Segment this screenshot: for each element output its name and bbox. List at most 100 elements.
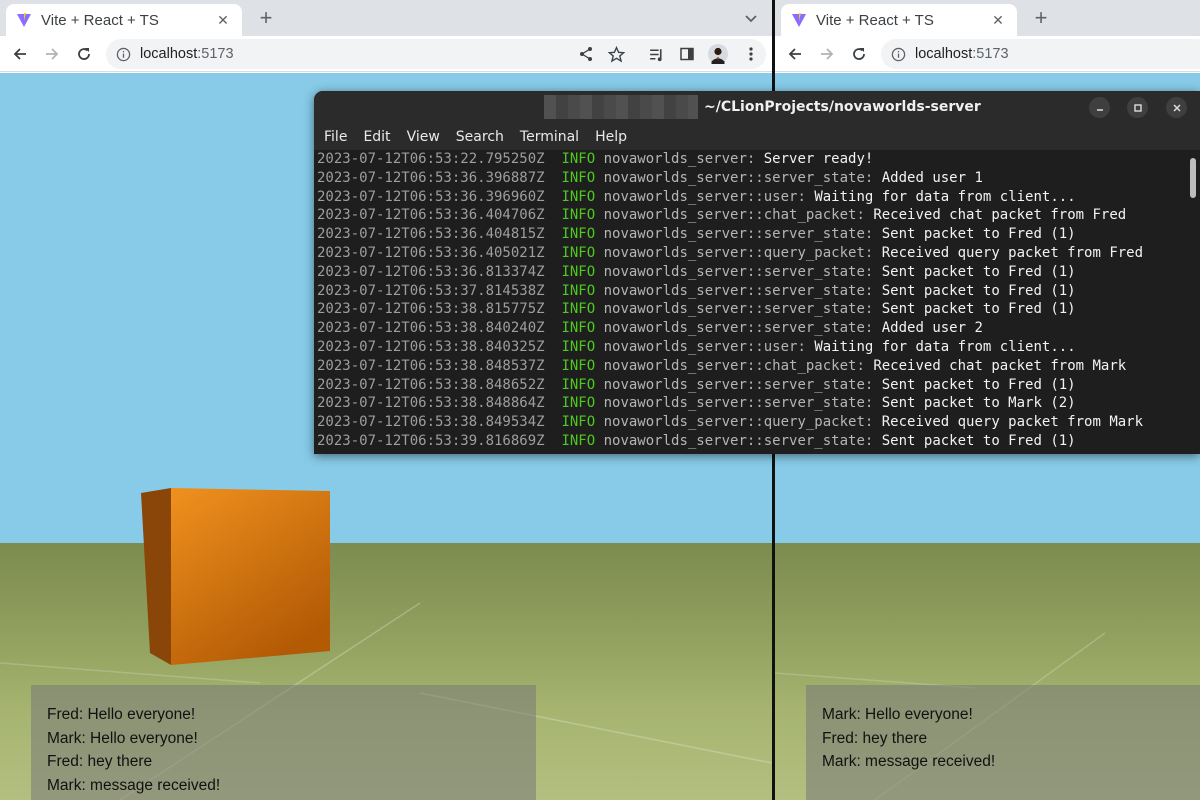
log-timestamp: 2023-07-12T06:53:36.405021Z <box>317 244 545 261</box>
reload-icon[interactable] <box>72 42 96 66</box>
log-module: novaworlds_server::server_state: <box>603 282 874 299</box>
log-line: 2023-07-12T06:53:38.840240Z INFO novawor… <box>317 319 1184 338</box>
log-message: Server ready! <box>763 151 874 167</box>
menu-edit[interactable]: Edit <box>363 129 390 145</box>
log-message: Added user 2 <box>881 320 983 337</box>
log-line: 2023-07-12T06:53:38.849534Z INFO novawor… <box>317 413 1184 432</box>
tab-strip: Vite + React + TS ✕ + <box>0 0 772 36</box>
log-module: novaworlds_server::query_packet: <box>603 244 874 261</box>
log-timestamp: 2023-07-12T06:53:38.840325Z <box>317 338 545 355</box>
log-level: INFO <box>561 301 596 318</box>
tab-strip: Vite + React + TS ✕ + <box>775 0 1200 36</box>
log-message: Waiting for data from client... <box>814 338 1076 355</box>
side-panel-icon[interactable] <box>677 44 697 64</box>
address-bar[interactable]: localhost:5173 <box>106 39 766 69</box>
address-bar[interactable]: localhost:5173 <box>881 39 1200 69</box>
log-level: INFO <box>561 414 596 431</box>
log-line: 2023-07-12T06:53:36.404815Z INFO novawor… <box>317 225 1184 244</box>
log-level: INFO <box>561 320 596 337</box>
browser-toolbar: localhost:5173 <box>0 36 772 72</box>
chat-message: Fred: Hello everyone! <box>47 706 196 723</box>
kebab-menu-icon[interactable] <box>741 44 761 64</box>
info-icon[interactable] <box>116 47 131 62</box>
profile-avatar[interactable] <box>708 44 728 64</box>
log-module: novaworlds_server::chat_packet: <box>603 207 865 224</box>
forward-arrow-icon[interactable] <box>40 42 64 66</box>
log-level: INFO <box>561 432 596 449</box>
terminal-output[interactable]: 2023-07-12T06:53:22.795250Z INFO novawor… <box>314 150 1184 454</box>
log-line: 2023-07-12T06:53:37.814538Z INFO novawor… <box>317 282 1184 301</box>
log-message: Sent packet to Mark (2) <box>881 395 1076 412</box>
log-timestamp: 2023-07-12T06:53:39.816869Z <box>317 432 545 449</box>
star-icon[interactable] <box>606 44 626 64</box>
log-line: 2023-07-12T06:53:36.405021Z INFO novawor… <box>317 244 1184 263</box>
log-line: 2023-07-12T06:53:38.848537Z INFO novawor… <box>317 357 1184 376</box>
log-module: novaworlds_server::server_state: <box>603 169 874 186</box>
tab-active[interactable]: Vite + React + TS ✕ <box>781 4 1017 36</box>
close-icon[interactable]: ✕ <box>214 12 232 29</box>
terminal-window[interactable]: ~/CLionProjects/novaworlds-server File E… <box>314 91 1200 454</box>
log-line: 2023-07-12T06:53:38.848864Z INFO novawor… <box>317 394 1184 413</box>
log-message: Waiting for data from client... <box>814 188 1076 205</box>
log-message: Received chat packet from Fred <box>873 207 1127 224</box>
terminal-titlebar[interactable]: ~/CLionProjects/novaworlds-server <box>314 91 1200 124</box>
terminal-scrollbar[interactable] <box>1184 150 1200 454</box>
menu-terminal[interactable]: Terminal <box>520 129 579 145</box>
chat-message: Mark: Hello everyone! <box>822 706 973 723</box>
back-arrow-icon[interactable] <box>783 42 807 66</box>
log-module: novaworlds_server::chat_packet: <box>603 357 865 374</box>
reload-icon[interactable] <box>847 42 871 66</box>
menu-view[interactable]: View <box>407 129 440 145</box>
plus-icon[interactable]: + <box>1027 5 1055 31</box>
log-module: novaworlds_server::server_state: <box>603 395 874 412</box>
scrollbar-thumb[interactable] <box>1190 158 1196 198</box>
log-line: 2023-07-12T06:53:38.848652Z INFO novawor… <box>317 376 1184 395</box>
chat-message: Mark: Hello everyone! <box>47 729 198 747</box>
close-icon[interactable] <box>1166 97 1187 118</box>
menu-file[interactable]: File <box>324 129 347 145</box>
menu-search[interactable]: Search <box>456 129 504 145</box>
log-level: INFO <box>561 151 596 167</box>
log-timestamp: 2023-07-12T06:53:36.813374Z <box>317 263 545 280</box>
log-level: INFO <box>561 188 596 205</box>
log-message: Received chat packet from Mark <box>873 357 1127 374</box>
log-level: INFO <box>561 263 596 280</box>
log-level: INFO <box>561 282 596 299</box>
media-icon[interactable] <box>646 44 666 64</box>
chat-message: Mark: message received! <box>822 753 996 770</box>
log-module: novaworlds_server::server_state: <box>603 432 874 449</box>
log-message: Added user 1 <box>881 169 983 186</box>
close-icon[interactable]: ✕ <box>989 12 1007 29</box>
log-line: 2023-07-12T06:53:36.404706Z INFO novawor… <box>317 206 1184 225</box>
log-line: 2023-07-12T06:53:36.396887Z INFO novawor… <box>317 169 1184 188</box>
log-line: 2023-07-12T06:53:36.396960Z INFO novawor… <box>317 188 1184 207</box>
terminal-menubar: File Edit View Search Terminal Help <box>314 124 1200 150</box>
log-line: 2023-07-12T06:53:39.816869Z INFO novawor… <box>317 432 1184 451</box>
log-message: Sent packet to Fred (1) <box>881 432 1076 449</box>
chat-panel: Fred: Hello everyone! Mark: Hello everyo… <box>31 685 536 800</box>
menu-help[interactable]: Help <box>595 129 627 145</box>
log-level: INFO <box>561 395 596 412</box>
log-timestamp: 2023-07-12T06:53:38.848652Z <box>317 376 545 393</box>
maximize-icon[interactable] <box>1127 97 1148 118</box>
minimize-icon[interactable] <box>1089 97 1110 118</box>
log-message: Sent packet to Fred (1) <box>881 301 1076 318</box>
log-timestamp: 2023-07-12T06:53:22.795250Z <box>317 151 545 167</box>
chevron-down-icon[interactable] <box>742 9 760 27</box>
log-timestamp: 2023-07-12T06:53:36.404815Z <box>317 226 545 243</box>
log-level: INFO <box>561 169 596 186</box>
info-icon[interactable] <box>891 47 906 62</box>
share-icon[interactable] <box>576 44 596 64</box>
plus-icon[interactable]: + <box>252 5 280 31</box>
log-line: 2023-07-12T06:53:38.815775Z INFO novawor… <box>317 300 1184 319</box>
browser-toolbar: localhost:5173 <box>775 36 1200 72</box>
log-module: novaworlds_server::server_state: <box>603 320 874 337</box>
redacted-block <box>544 95 698 119</box>
vite-icon <box>17 13 31 27</box>
log-timestamp: 2023-07-12T06:53:36.396887Z <box>317 169 545 186</box>
log-message: Received query packet from Mark <box>881 414 1144 431</box>
url-host: localhost <box>915 46 973 62</box>
tab-active[interactable]: Vite + React + TS ✕ <box>6 4 242 36</box>
back-arrow-icon[interactable] <box>8 42 32 66</box>
forward-arrow-icon[interactable] <box>815 42 839 66</box>
